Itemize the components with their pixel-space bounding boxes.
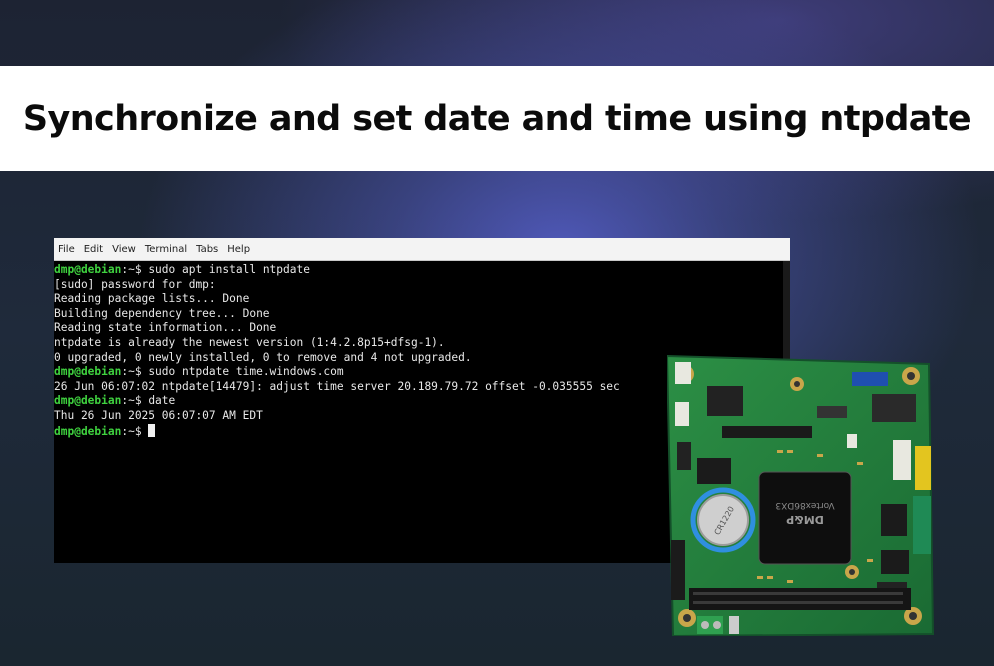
- output-text: ntpdate is already the newest version (1…: [54, 335, 445, 349]
- command-text: date: [148, 394, 176, 408]
- cpu-board-image: DM&P Vortex86DX3 CR1220: [665, 354, 935, 638]
- prompt-separator: :~$: [121, 263, 149, 276]
- output-text: Building dependency tree... Done: [54, 306, 270, 320]
- output-text: Reading state information... Done: [54, 321, 277, 335]
- terminal-menubar: File Edit View Terminal Tabs Help: [54, 238, 790, 261]
- terminal-line: Reading state information... Done: [54, 321, 790, 336]
- pcb-illustration: DM&P Vortex86DX3 CR1220: [665, 354, 935, 638]
- terminal-line: [sudo] password for dmp:: [54, 278, 790, 293]
- shell-prompt: dmp@debian: [54, 365, 122, 379]
- title-banner: Synchronize and set date and time using …: [0, 66, 994, 171]
- output-text: 26 Jun 06:07:02 ntpdate[14479]: adjust t…: [54, 379, 620, 393]
- shell-prompt: dmp@debian: [54, 394, 122, 408]
- menu-help[interactable]: Help: [227, 244, 250, 255]
- output-text: 0 upgraded, 0 newly installed, 0 to remo…: [54, 350, 472, 364]
- menu-terminal[interactable]: Terminal: [145, 244, 187, 255]
- shell-prompt: dmp@debian: [54, 424, 122, 438]
- command-text: sudo apt install ntpdate: [148, 263, 310, 276]
- output-text: Thu 26 Jun 2025 06:07:07 AM EDT: [54, 408, 263, 422]
- prompt-separator: :~$: [121, 394, 149, 408]
- prompt-separator: :~$: [121, 424, 149, 438]
- output-text: Reading package lists... Done: [54, 292, 250, 306]
- chip-label-model: Vortex86DX3: [775, 500, 834, 510]
- terminal-line: dmp@debian:~$ sudo apt install ntpdate: [54, 263, 790, 278]
- menu-file[interactable]: File: [58, 244, 75, 255]
- terminal-line: ntpdate is already the newest version (1…: [54, 336, 790, 351]
- output-text: [sudo] password for dmp:: [54, 277, 216, 291]
- prompt-separator: :~$: [121, 365, 149, 379]
- menu-edit[interactable]: Edit: [84, 244, 103, 255]
- command-text: sudo ntpdate time.windows.com: [148, 365, 344, 379]
- menu-view[interactable]: View: [112, 244, 136, 255]
- shell-prompt: dmp@debian: [54, 263, 122, 276]
- menu-tabs[interactable]: Tabs: [196, 244, 218, 255]
- text-cursor: [148, 423, 156, 437]
- page-title: Synchronize and set date and time using …: [22, 98, 972, 139]
- chip-label-brand: DM&P: [786, 513, 824, 526]
- terminal-line: Reading package lists... Done: [54, 292, 790, 307]
- terminal-line: Building dependency tree... Done: [54, 307, 790, 322]
